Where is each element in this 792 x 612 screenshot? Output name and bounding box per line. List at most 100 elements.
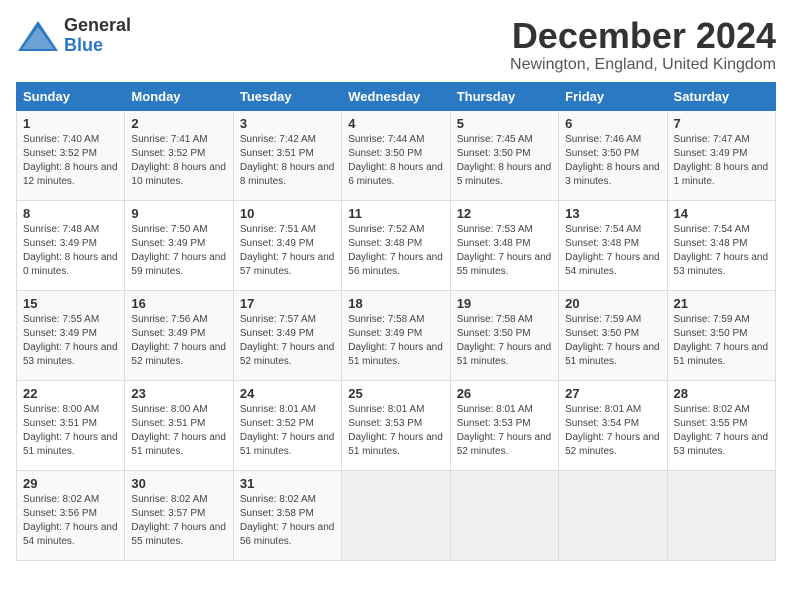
day-number: 3: [240, 116, 335, 131]
calendar-cell: 18 Sunrise: 7:58 AMSunset: 3:49 PMDayligh…: [342, 290, 450, 380]
calendar-cell: 23Sunrise: 8:00 AMSunset: 3:51 PMDayligh…: [125, 380, 233, 470]
calendar-cell: 12Sunrise: 7:53 AMSunset: 3:48 PMDayligh…: [450, 200, 558, 290]
day-info: Sunrise: 7:50 AMSunset: 3:49 PMDaylight:…: [131, 223, 226, 279]
day-number: 25: [348, 386, 443, 401]
day-number: 11: [348, 206, 443, 221]
calendar-cell: 25 Sunrise: 8:01 AMSunset: 3:53 PMDayligh…: [342, 380, 450, 470]
day-info: Sunrise: 8:01 AMSunset: 3:53 PMDaylight:…: [348, 403, 443, 459]
header-monday: Monday: [125, 82, 233, 110]
calendar-table: SundayMondayTuesdayWednesdayThursdayFrid…: [16, 82, 776, 561]
header-tuesday: Tuesday: [233, 82, 341, 110]
logo-text: General Blue: [64, 16, 131, 56]
day-info: Sunrise: 7:41 AMSunset: 3:52 PMDaylight:…: [131, 133, 226, 189]
calendar-cell: [450, 470, 558, 560]
calendar-cell: 4 Sunrise: 7:44 AMSunset: 3:50 PMDaylight…: [342, 110, 450, 200]
day-info: Sunrise: 8:02 AMSunset: 3:57 PMDaylight:…: [131, 493, 226, 549]
month-title: December 2024: [510, 16, 776, 56]
calendar-cell: 5Sunrise: 7:45 AMSunset: 3:50 PMDaylight…: [450, 110, 558, 200]
day-number: 13: [565, 206, 660, 221]
day-number: 2: [131, 116, 226, 131]
day-number: 7: [674, 116, 769, 131]
day-info: Sunrise: 7:48 AMSunset: 3:49 PMDaylight:…: [23, 223, 118, 279]
calendar-cell: [342, 470, 450, 560]
title-area: December 2024 Newington, England, United…: [510, 16, 776, 74]
calendar-cell: 17 Sunrise: 7:57 AMSunset: 3:49 PMDayligh…: [233, 290, 341, 380]
day-info: Sunrise: 7:47 AMSunset: 3:49 PMDaylight:…: [674, 133, 769, 189]
calendar-cell: 13Sunrise: 7:54 AMSunset: 3:48 PMDayligh…: [559, 200, 667, 290]
logo-general-text: General: [64, 16, 131, 36]
calendar-cell: 19Sunrise: 7:58 AMSunset: 3:50 PMDayligh…: [450, 290, 558, 380]
day-number: 20: [565, 296, 660, 311]
day-number: 30: [131, 476, 226, 491]
day-number: 4: [348, 116, 443, 131]
calendar-cell: [667, 470, 775, 560]
calendar-cell: 24 Sunrise: 8:01 AMSunset: 3:52 PMDayligh…: [233, 380, 341, 470]
calendar-cell: 28Sunrise: 8:02 AMSunset: 3:55 PMDayligh…: [667, 380, 775, 470]
calendar-cell: 10 Sunrise: 7:51 AMSunset: 3:49 PMDayligh…: [233, 200, 341, 290]
day-info: Sunrise: 8:01 AMSunset: 3:53 PMDaylight:…: [457, 403, 552, 459]
calendar-header-row: SundayMondayTuesdayWednesdayThursdayFrid…: [17, 82, 776, 110]
day-number: 31: [240, 476, 335, 491]
day-info: Sunrise: 8:01 AMSunset: 3:54 PMDaylight:…: [565, 403, 660, 459]
location-title: Newington, England, United Kingdom: [510, 56, 776, 74]
calendar-cell: 16 Sunrise: 7:56 AMSunset: 3:49 PMDayligh…: [125, 290, 233, 380]
calendar-cell: 2 Sunrise: 7:41 AMSunset: 3:52 PMDaylight…: [125, 110, 233, 200]
day-info: Sunrise: 8:02 AMSunset: 3:58 PMDaylight:…: [240, 493, 335, 549]
day-number: 6: [565, 116, 660, 131]
day-number: 23: [131, 386, 226, 401]
calendar-cell: [559, 470, 667, 560]
day-info: Sunrise: 7:51 AMSunset: 3:49 PMDaylight:…: [240, 223, 335, 279]
day-number: 29: [23, 476, 118, 491]
calendar-cell: 22Sunrise: 8:00 AMSunset: 3:51 PMDayligh…: [17, 380, 125, 470]
day-info: Sunrise: 7:46 AMSunset: 3:50 PMDaylight:…: [565, 133, 660, 189]
day-number: 28: [674, 386, 769, 401]
calendar-cell: 21Sunrise: 7:59 AMSunset: 3:50 PMDayligh…: [667, 290, 775, 380]
header: General Blue December 2024 Newington, En…: [16, 16, 776, 74]
day-number: 16: [131, 296, 226, 311]
calendar-cell: 3 Sunrise: 7:42 AMSunset: 3:51 PMDaylight…: [233, 110, 341, 200]
day-info: Sunrise: 7:40 AMSunset: 3:52 PMDaylight:…: [23, 133, 118, 189]
day-number: 24: [240, 386, 335, 401]
calendar-cell: 31 Sunrise: 8:02 AMSunset: 3:58 PMDayligh…: [233, 470, 341, 560]
calendar-week-row: 8Sunrise: 7:48 AMSunset: 3:49 PMDaylight…: [17, 200, 776, 290]
day-info: Sunrise: 8:00 AMSunset: 3:51 PMDaylight:…: [23, 403, 118, 459]
day-info: Sunrise: 7:57 AMSunset: 3:49 PMDaylight:…: [240, 313, 335, 369]
day-info: Sunrise: 8:01 AMSunset: 3:52 PMDaylight:…: [240, 403, 335, 459]
calendar-week-row: 29 Sunrise: 8:02 AMSunset: 3:56 PMDayligh…: [17, 470, 776, 560]
day-info: Sunrise: 7:53 AMSunset: 3:48 PMDaylight:…: [457, 223, 552, 279]
day-number: 1: [23, 116, 118, 131]
day-number: 18: [348, 296, 443, 311]
calendar-cell: 14Sunrise: 7:54 AMSunset: 3:48 PMDayligh…: [667, 200, 775, 290]
calendar-cell: 15 Sunrise: 7:55 AMSunset: 3:49 PMDayligh…: [17, 290, 125, 380]
day-number: 17: [240, 296, 335, 311]
calendar-cell: 29 Sunrise: 8:02 AMSunset: 3:56 PMDayligh…: [17, 470, 125, 560]
day-info: Sunrise: 7:42 AMSunset: 3:51 PMDaylight:…: [240, 133, 335, 189]
day-number: 26: [457, 386, 552, 401]
day-number: 10: [240, 206, 335, 221]
logo-blue-text: Blue: [64, 36, 103, 56]
day-number: 19: [457, 296, 552, 311]
day-info: Sunrise: 7:55 AMSunset: 3:49 PMDaylight:…: [23, 313, 118, 369]
day-number: 15: [23, 296, 118, 311]
calendar-cell: 26 Sunrise: 8:01 AMSunset: 3:53 PMDayligh…: [450, 380, 558, 470]
day-info: Sunrise: 7:56 AMSunset: 3:49 PMDaylight:…: [131, 313, 226, 369]
calendar-cell: 11 Sunrise: 7:52 AMSunset: 3:48 PMDayligh…: [342, 200, 450, 290]
calendar-week-row: 1 Sunrise: 7:40 AMSunset: 3:52 PMDaylight…: [17, 110, 776, 200]
day-number: 9: [131, 206, 226, 221]
day-info: Sunrise: 7:58 AMSunset: 3:49 PMDaylight:…: [348, 313, 443, 369]
header-saturday: Saturday: [667, 82, 775, 110]
day-info: Sunrise: 7:59 AMSunset: 3:50 PMDaylight:…: [565, 313, 660, 369]
calendar-cell: 1 Sunrise: 7:40 AMSunset: 3:52 PMDaylight…: [17, 110, 125, 200]
day-info: Sunrise: 8:02 AMSunset: 3:56 PMDaylight:…: [23, 493, 118, 549]
day-info: Sunrise: 7:52 AMSunset: 3:48 PMDaylight:…: [348, 223, 443, 279]
calendar-cell: 7 Sunrise: 7:47 AMSunset: 3:49 PMDaylight…: [667, 110, 775, 200]
calendar-cell: 30 Sunrise: 8:02 AMSunset: 3:57 PMDayligh…: [125, 470, 233, 560]
calendar-week-row: 22Sunrise: 8:00 AMSunset: 3:51 PMDayligh…: [17, 380, 776, 470]
calendar-cell: 27Sunrise: 8:01 AMSunset: 3:54 PMDayligh…: [559, 380, 667, 470]
day-info: Sunrise: 7:44 AMSunset: 3:50 PMDaylight:…: [348, 133, 443, 189]
calendar-cell: 6 Sunrise: 7:46 AMSunset: 3:50 PMDaylight…: [559, 110, 667, 200]
calendar-week-row: 15 Sunrise: 7:55 AMSunset: 3:49 PMDayligh…: [17, 290, 776, 380]
day-info: Sunrise: 7:45 AMSunset: 3:50 PMDaylight:…: [457, 133, 552, 189]
day-info: Sunrise: 7:54 AMSunset: 3:48 PMDaylight:…: [674, 223, 769, 279]
calendar-cell: 8Sunrise: 7:48 AMSunset: 3:49 PMDaylight…: [17, 200, 125, 290]
